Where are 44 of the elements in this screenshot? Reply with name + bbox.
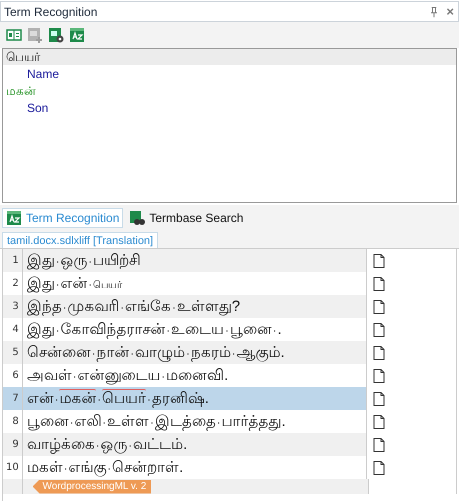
segment-row[interactable]: 1 இது·ஒரு·பயிற்சி (3, 249, 457, 272)
target-term: Son (26, 100, 50, 117)
segment-row[interactable]: 7 என்·மகன்·பெயர்·தரனிஷ். (3, 387, 457, 410)
termbase-search-icon (129, 210, 146, 226)
document-icon (371, 344, 388, 360)
segment-row[interactable]: 9 வாழ்க்கை·ஒரு·வட்டம். (3, 433, 457, 456)
panel-tab[interactable]: Term Recognition (2, 208, 124, 228)
document-icon (371, 390, 388, 406)
segment-text: இது·என்·பெயர் (26, 274, 124, 294)
panel-title: Term Recognition (4, 4, 98, 18)
source-term[interactable]: பெயர் (3, 49, 456, 65)
segment-row[interactable]: 3 இந்த·முகவரி·எங்கே·உள்ளது? (3, 295, 457, 318)
settings-icon (48, 27, 64, 43)
toolbar-button[interactable] (48, 27, 64, 43)
termbase-icon (69, 27, 85, 43)
toolbar-button[interactable] (6, 27, 22, 43)
segment-text: இது·கோவிந்தராசன்·உடைய·பூனை·. (26, 320, 283, 341)
target-term: Name (26, 66, 60, 83)
document-icon (371, 276, 388, 292)
source-term[interactable]: மகன் (3, 83, 456, 99)
document-tab[interactable]: tamil.docx.sdlxliff [Translation] (2, 232, 158, 248)
segment-row[interactable]: 5 சென்னை·நான்·வாழும்·நகரம்·ஆகும். (3, 341, 457, 364)
segment-text: சென்னை·நான்·வாழும்·நகரம்·ஆகும். (26, 343, 286, 364)
segment-text: அவள்·என்னுடைய·மனைவி. (26, 366, 230, 386)
segment-text: மகள்·எங்கு·சென்றாள். (26, 458, 184, 478)
segment-text: இது·ஒரு·பயிற்சி (26, 251, 142, 272)
toolbar-button[interactable] (69, 27, 85, 43)
document-icon (371, 252, 388, 268)
format-tag: WordprocessingML v. 2 (32, 480, 152, 494)
add-term-icon (27, 27, 43, 43)
document-icon (371, 436, 388, 452)
document-icon (371, 322, 388, 338)
close-button[interactable]: × (446, 4, 454, 18)
document-icon (371, 368, 388, 384)
segment-text: என்·மகன்·பெயர்·தரனிஷ். (26, 388, 210, 410)
segment-text: பூனை·எலி·உள்ள·இடத்தை·பார்த்தது. (26, 412, 287, 433)
segment-text: இந்த·முகவரி·எங்கே·உள்ளது? (26, 297, 242, 318)
segment-text: வாழ்க்கை·ஒரு·வட்டம். (26, 435, 188, 456)
panel-tab[interactable]: Termbase Search (125, 208, 248, 228)
document-icon (371, 414, 388, 430)
book-icon (6, 27, 22, 43)
document-icon (371, 298, 388, 314)
document-icon (371, 460, 388, 476)
termbase-icon (6, 210, 22, 226)
